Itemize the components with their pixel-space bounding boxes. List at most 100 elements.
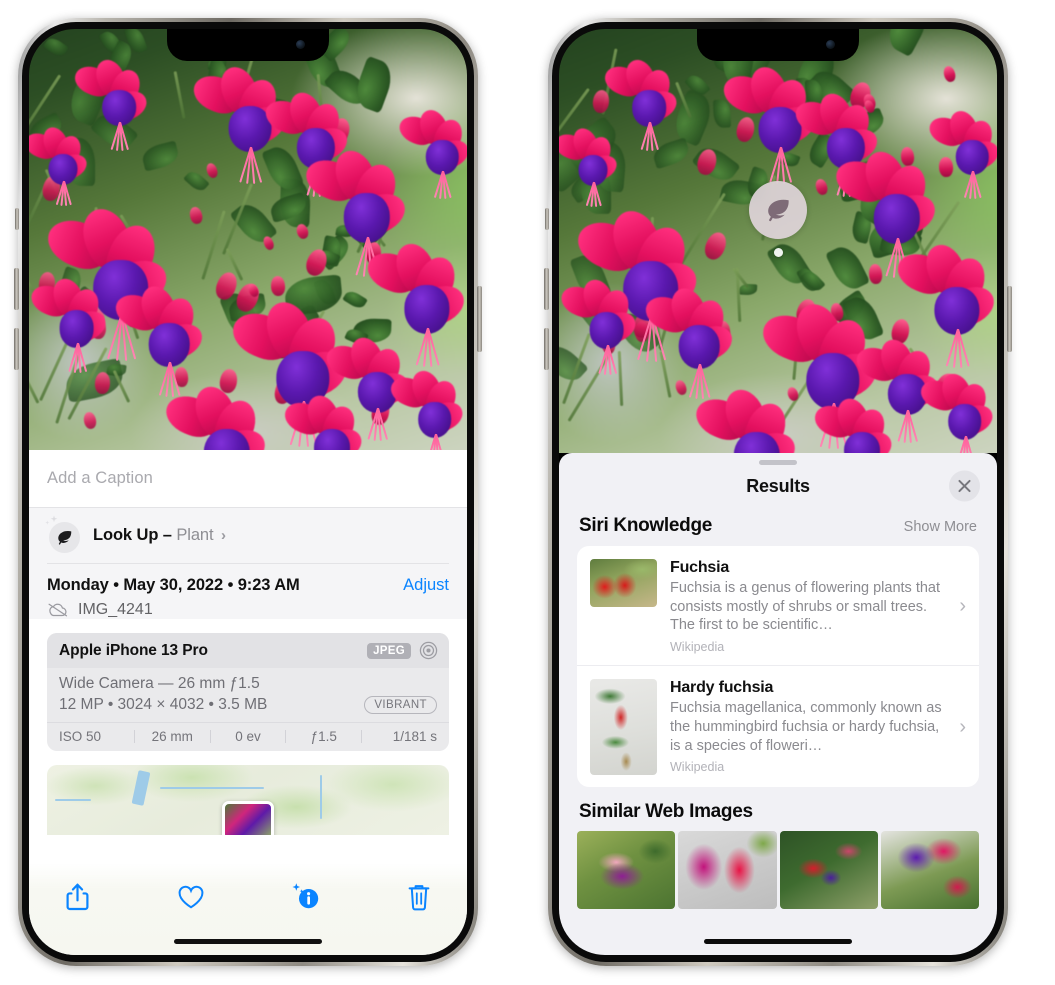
camera-spec-row: 12 MP • 3024 × 4032 • 3.5 MB VIBRANT [59,696,437,714]
delete-button[interactable] [397,877,441,917]
look-up-row[interactable]: Look Up – Plant › [45,508,449,564]
front-camera [296,40,305,49]
camera-spec-line: 12 MP • 3024 × 4032 • 3.5 MB [59,696,268,713]
aperture-icon[interactable] [419,641,438,660]
leaf-icon [768,199,789,222]
result-description: Fuchsia is a genus of flowering plants t… [670,580,941,634]
photo-metadata-section: Monday • May 30, 2022 • 9:23 AM Adjust I… [29,564,467,619]
photo-viewer[interactable] [559,29,997,453]
volume-down-button[interactable] [14,328,19,370]
format-badge: JPEG [367,642,411,659]
left-phone: Add a Caption Look Up – Plant › Monday •… [14,18,482,966]
result-thumbnail [590,679,657,776]
camera-card-badges: JPEG [367,641,438,660]
info-sparkle-icon [292,883,318,909]
notch [167,29,329,61]
section-title: Similar Web Images [579,801,753,823]
style-badge: VIBRANT [364,696,437,714]
heart-icon [178,885,204,909]
front-camera [826,40,835,49]
visual-look-up-badge[interactable] [749,181,807,257]
volume-up-button[interactable] [544,268,549,310]
siri-knowledge-card: Fuchsia Fuchsia is a genus of flowering … [577,546,979,788]
metadata-date-row: Monday • May 30, 2022 • 9:23 AM Adjust [47,576,449,595]
result-title: Fuchsia [670,559,730,576]
mute-switch[interactable] [545,208,549,230]
chevron-right-icon: › [959,715,966,738]
notch [697,29,859,61]
results-title: Results [746,475,810,496]
exif-value: 0 ev [235,729,261,744]
chevron-right-icon: › [959,595,966,618]
info-button[interactable] [283,877,327,917]
exif-row: ISO 50 26 mm 0 ev ƒ1.5 1/181 s [47,722,449,751]
list-item[interactable]: Hardy fuchsia Fuchsia magellanica, commo… [577,665,979,787]
result-thumbnail [590,559,657,607]
section-title: Siri Knowledge [579,515,713,536]
cloud-slash-icon [48,603,68,617]
home-indicator[interactable] [704,939,852,944]
trash-icon [408,884,430,910]
look-up-subject: Plant [176,526,214,544]
right-phone-screen: Results Siri Knowledge Show More Fuchsia… [559,29,997,955]
camera-card-header: Apple iPhone 13 Pro JPEG [47,633,449,668]
badge-anchor-dot [773,248,783,257]
share-icon [66,883,88,911]
right-phone: Results Siri Knowledge Show More Fuchsia… [544,18,1012,966]
camera-card-body: Wide Camera — 26 mm ƒ1.5 12 MP • 3024 × … [47,668,449,722]
show-more-button[interactable]: Show More [904,519,977,535]
result-description: Fuchsia magellanica, commonly known as t… [670,700,942,754]
fuchsia-plant-photo [29,29,467,450]
look-up-section: Look Up – Plant › [29,508,467,564]
similar-web-images-grid [559,831,997,910]
look-up-icon-wrap [45,515,81,553]
result-title: Hardy fuchsia [670,679,774,697]
close-button[interactable] [949,470,980,502]
map-thumbnail[interactable] [47,765,449,835]
photo-viewer[interactable] [29,29,467,450]
leaf-icon [58,530,72,545]
close-icon [958,479,971,493]
web-image-thumbnail[interactable] [577,831,676,910]
web-image-thumbnail[interactable] [678,831,777,910]
result-body: Hardy fuchsia Fuchsia magellanica, commo… [670,679,944,774]
camera-lens-line: Wide Camera — 26 mm ƒ1.5 [59,675,260,692]
exif-value: 26 mm [151,729,193,744]
map-photo-pin [222,801,274,835]
siri-knowledge-header: Siri Knowledge Show More [559,507,997,546]
chevron-right-icon: › [220,527,226,544]
caption-input[interactable]: Add a Caption [29,450,467,508]
photo-info-sheet: Add a Caption Look Up – Plant › Monday •… [29,450,467,955]
camera-model: Apple iPhone 13 Pro [59,641,208,659]
favorite-button[interactable] [169,877,213,917]
mute-switch[interactable] [15,208,19,230]
exif-value: ƒ1.5 [310,729,337,744]
power-button[interactable] [1007,286,1012,352]
web-image-thumbnail[interactable] [880,831,979,910]
metadata-filename-row: IMG_4241 [47,601,449,619]
result-body: Fuchsia Fuchsia is a genus of flowering … [670,559,944,654]
look-up-label: Look Up – Plant › [93,526,226,545]
results-header: Results [559,465,997,507]
camera-info-card[interactable]: Apple iPhone 13 Pro JPEG Wide Camera — 2… [47,633,449,751]
volume-up-button[interactable] [14,268,19,310]
photo-date: Monday • May 30, 2022 • 9:23 AM [47,576,300,594]
results-sheet: Results Siri Knowledge Show More Fuchsia… [559,453,997,955]
photo-filename: IMG_4241 [78,601,153,618]
look-up-title: Look Up – [93,526,172,544]
exif-value: 1/181 s [392,729,437,744]
result-source: Wikipedia [670,640,725,655]
screenshot-root: Add a Caption Look Up – Plant › Monday •… [0,0,1055,985]
left-phone-screen: Add a Caption Look Up – Plant › Monday •… [29,29,467,955]
similar-web-images-header: Similar Web Images [559,787,997,831]
result-source: Wikipedia [670,760,725,775]
exif-value: ISO 50 [59,729,102,744]
volume-down-button[interactable] [544,328,549,370]
web-image-thumbnail[interactable] [779,831,878,910]
adjust-button[interactable]: Adjust [403,576,449,595]
list-item[interactable]: Fuchsia Fuchsia is a genus of flowering … [577,546,979,666]
power-button[interactable] [477,286,482,352]
leaf-icon-circle [49,521,80,553]
home-indicator[interactable] [174,939,322,944]
share-button[interactable] [55,877,99,917]
